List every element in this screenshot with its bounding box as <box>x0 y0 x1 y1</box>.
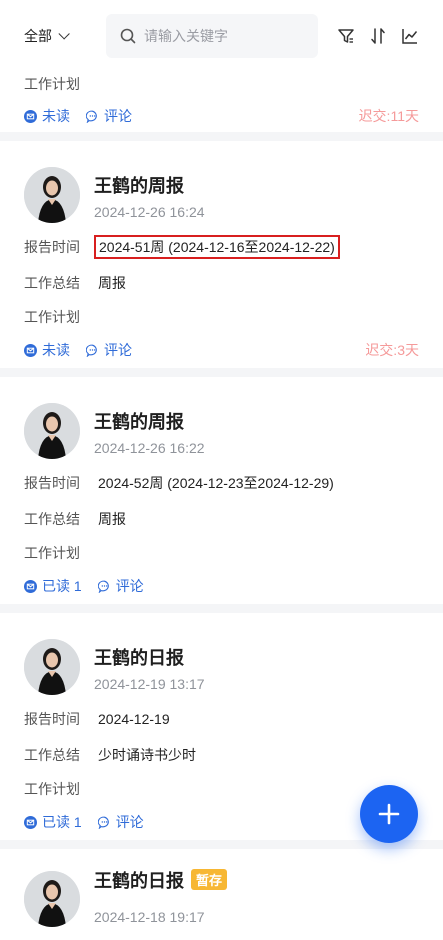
plan-label: 工作计划 <box>24 781 80 797</box>
summary-row: 工作总结 周报 <box>24 509 126 529</box>
chevron-down-icon <box>58 28 70 40</box>
comment-label: 评论 <box>104 108 132 124</box>
report-title: 王鹤的周报 <box>94 176 184 196</box>
report-card[interactable]: 王鹤的周报 2024-12-26 16:22 报告时间 2024-52周 (202… <box>0 377 443 613</box>
plan-row: 工作计划 <box>24 74 98 94</box>
filter-label: 全部 <box>24 28 52 44</box>
summary-value: 周报 <box>98 275 126 291</box>
mail-icon <box>24 815 37 829</box>
report-period-row: 报告时间 2024-51周 (2024-12-16至2024-12-22) <box>24 235 340 259</box>
comment-button[interactable]: 评论 <box>97 576 144 596</box>
plan-label: 工作计划 <box>24 309 80 325</box>
avatar <box>24 403 80 459</box>
read-status[interactable]: 未读 <box>24 340 70 360</box>
plan-row: 工作计划 <box>24 307 98 327</box>
report-period-label: 报告时间 <box>24 711 80 727</box>
report-time: 2024-12-26 16:24 <box>94 204 205 220</box>
plus-icon <box>378 803 400 825</box>
report-period-label: 报告时间 <box>24 239 80 255</box>
plan-label: 工作计划 <box>24 76 80 92</box>
status-row: 未读 评论 <box>24 106 132 126</box>
status-row: 未读 评论 <box>24 340 132 360</box>
summary-label: 工作总结 <box>24 511 80 527</box>
comment-label: 评论 <box>104 342 132 358</box>
add-report-button[interactable] <box>360 785 418 843</box>
status-row: 已读 1 评论 <box>24 576 144 596</box>
report-card[interactable]: 工作计划 未读 评论 迟交:11天 <box>0 72 443 141</box>
report-period-label: 报告时间 <box>24 475 80 491</box>
summary-value: 少时诵诗书少时 <box>98 747 196 763</box>
top-bar: 全部 <box>0 0 443 72</box>
status-row: 已读 1 评论 <box>24 812 144 832</box>
avatar <box>24 639 80 695</box>
plan-row: 工作计划 <box>24 779 98 799</box>
read-status[interactable]: 已读 1 <box>24 812 82 832</box>
comment-icon <box>97 580 109 593</box>
read-status-label: 未读 <box>42 108 70 124</box>
report-period-value: 2024-12-19 <box>98 711 170 727</box>
search-input[interactable] <box>144 28 304 44</box>
report-list-page: 全部 工作计划 未读 评论 迟交:11天 <box>0 0 443 940</box>
comment-icon <box>86 344 97 357</box>
read-status-label: 已读 1 <box>42 578 82 594</box>
late-status: 迟交:3天 <box>365 342 419 358</box>
report-title: 王鹤的日报 <box>94 648 184 668</box>
report-title-row: 王鹤的日报 暂存 <box>94 867 228 893</box>
search-icon <box>120 28 136 44</box>
summary-label: 工作总结 <box>24 747 80 763</box>
report-title: 王鹤的周报 <box>94 412 184 432</box>
filter-icon[interactable] <box>337 27 355 45</box>
report-time: 2024-12-26 16:22 <box>94 440 205 456</box>
plan-row: 工作计划 <box>24 543 98 563</box>
avatar <box>24 871 80 927</box>
comment-icon <box>86 110 97 123</box>
search-box[interactable] <box>106 14 318 58</box>
report-period-value: 2024-51周 (2024-12-16至2024-12-22) <box>94 235 340 259</box>
comment-label: 评论 <box>115 578 144 594</box>
mail-icon <box>24 109 37 123</box>
report-card[interactable]: 王鹤的周报 2024-12-26 16:24 报告时间 2024-51周 (202… <box>0 141 443 377</box>
report-time: 2024-12-18 19:17 <box>94 909 205 925</box>
late-status: 迟交:11天 <box>358 108 419 124</box>
summary-label: 工作总结 <box>24 275 80 291</box>
summary-value: 周报 <box>98 511 126 527</box>
filter-dropdown[interactable]: 全部 <box>24 26 106 46</box>
chart-icon[interactable] <box>401 27 419 45</box>
mail-icon <box>24 579 37 593</box>
report-title: 王鹤的日报 <box>94 871 184 891</box>
sort-icon[interactable] <box>369 27 387 45</box>
summary-row: 工作总结 少时诵诗书少时 <box>24 745 196 765</box>
mail-icon <box>24 343 37 357</box>
summary-row: 工作总结 周报 <box>24 273 126 293</box>
report-period-value: 2024-52周 (2024-12-23至2024-12-29) <box>98 475 334 491</box>
report-period-row: 报告时间 2024-12-19 <box>24 709 170 729</box>
comment-button[interactable]: 评论 <box>97 812 144 832</box>
toolbar <box>337 27 419 45</box>
plan-label: 工作计划 <box>24 545 80 561</box>
comment-icon <box>97 816 109 829</box>
report-time: 2024-12-19 13:17 <box>94 676 205 692</box>
report-period-row: 报告时间 2024-52周 (2024-12-23至2024-12-29) <box>24 473 334 493</box>
read-status[interactable]: 已读 1 <box>24 576 82 596</box>
read-status-label: 未读 <box>42 342 70 358</box>
comment-button[interactable]: 评论 <box>86 340 132 360</box>
comment-label: 评论 <box>115 814 144 830</box>
draft-badge: 暂存 <box>191 869 228 890</box>
read-status[interactable]: 未读 <box>24 106 70 126</box>
avatar <box>24 167 80 223</box>
report-card[interactable]: 王鹤的日报 暂存 2024-12-18 19:17 <box>0 849 443 940</box>
read-status-label: 已读 1 <box>42 814 82 830</box>
comment-button[interactable]: 评论 <box>86 106 132 126</box>
